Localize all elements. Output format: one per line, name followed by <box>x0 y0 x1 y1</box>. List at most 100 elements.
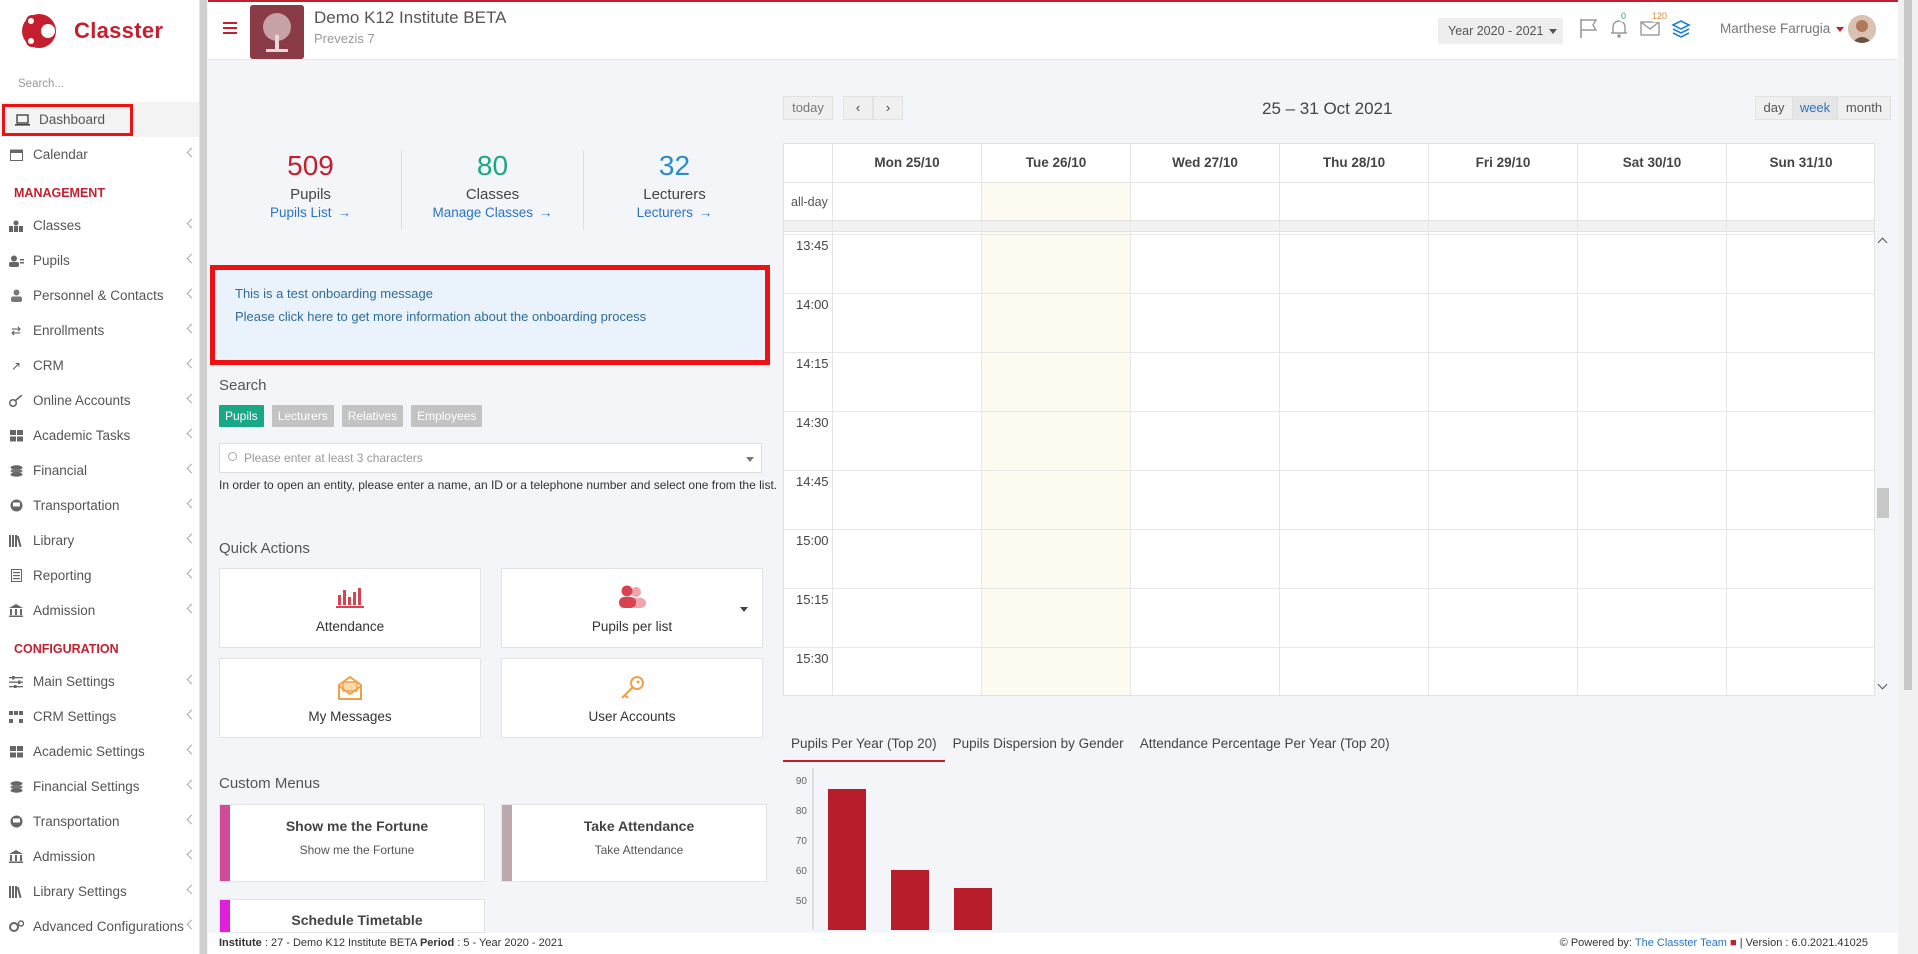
calendar-scrollbar-thumb[interactable] <box>1877 488 1889 518</box>
y-tick-label: 50 <box>796 896 808 907</box>
time-slot[interactable]: 14:45 <box>784 470 1874 529</box>
manage-classes-link[interactable]: Manage Classes → <box>402 205 583 220</box>
day-header[interactable]: Fri 29/10 <box>1428 144 1577 182</box>
avatar[interactable] <box>1848 15 1876 43</box>
prev-week-button[interactable]: ‹ <box>843 96 873 120</box>
sidebar-item-academic-tasks[interactable]: Academic Tasks <box>0 418 199 453</box>
quick-action-user-accounts[interactable]: User Accounts <box>501 658 763 738</box>
quick-action-attendance[interactable]: Attendance <box>219 568 481 648</box>
sidebar-item-transportation[interactable]: Transportation <box>0 488 199 523</box>
day-header[interactable]: Sat 30/10 <box>1577 144 1726 182</box>
envelope-open-icon <box>336 675 364 704</box>
entity-search-input[interactable]: Please enter at least 3 characters <box>219 443 762 473</box>
chevron-icon <box>186 744 197 755</box>
sidebar-item-classes[interactable]: Classes <box>0 208 199 243</box>
day-header[interactable]: Thu 28/10 <box>1279 144 1428 182</box>
bell-icon[interactable]: 0 <box>1608 11 1630 39</box>
sidebar-item-financial[interactable]: Financial <box>0 453 199 488</box>
day-header[interactable]: Tue 26/10 <box>981 144 1130 182</box>
view-day-button[interactable]: day <box>1755 96 1793 120</box>
sidebar-item-transportation-settings[interactable]: Transportation <box>0 804 199 839</box>
sidebar-item-advanced-configurations[interactable]: Advanced Configurations <box>0 909 199 944</box>
logo[interactable]: Classter <box>0 0 199 62</box>
sidebar-item-dashboard[interactable]: Dashboard <box>0 102 199 137</box>
year-label: Year 2020 - 2021 <box>1448 24 1544 38</box>
chart-tabs: Pupils Per Year (Top 20) Pupils Dispersi… <box>783 733 1398 762</box>
user-menu[interactable]: Marthese Farrugia <box>1720 21 1845 36</box>
onboarding-link[interactable]: Please click here to get more informatio… <box>235 305 765 328</box>
tab-dispersion-gender[interactable]: Pupils Dispersion by Gender <box>945 733 1132 762</box>
time-slot[interactable]: 13:45 <box>784 234 1874 293</box>
arrow-right-icon: → <box>698 205 713 220</box>
custom-menu-show-fortune[interactable]: Show me the Fortune Show me the Fortune <box>219 804 485 882</box>
page-scrollbar[interactable] <box>1898 0 1918 954</box>
tab-pupils-per-year[interactable]: Pupils Per Year (Top 20) <box>783 733 945 762</box>
day-header[interactable]: Sun 31/10 <box>1726 144 1874 182</box>
hamburger-menu-icon[interactable] <box>223 22 237 37</box>
sidebar-item-reporting[interactable]: Reporting <box>0 558 199 593</box>
sidebar-item-calendar[interactable]: Calendar <box>0 137 199 172</box>
sidebar-item-admission[interactable]: Admission <box>0 593 199 628</box>
search-tab-relatives[interactable]: Relatives <box>341 405 404 427</box>
crm-icon: ↗ <box>10 358 22 373</box>
stat-value: 80 <box>476 150 509 181</box>
caret-down-icon <box>1549 29 1558 35</box>
view-month-button[interactable]: month <box>1837 96 1891 120</box>
chart-bar[interactable] <box>828 789 866 930</box>
search-tab-pupils[interactable]: Pupils <box>219 405 264 427</box>
quick-action-pupils-per-list[interactable]: Pupils per list <box>501 568 763 648</box>
pupils-list-link[interactable]: Pupils List → <box>220 205 401 220</box>
quick-action-my-messages[interactable]: My Messages <box>219 658 481 738</box>
view-week-button[interactable]: week <box>1793 96 1837 120</box>
time-slot[interactable]: 14:15 <box>784 352 1874 411</box>
chart-bar[interactable] <box>891 870 929 930</box>
sidebar-item-library[interactable]: Library <box>0 523 199 558</box>
time-slot[interactable]: 15:00 <box>784 529 1874 588</box>
calendar-grid: Mon 25/10 Tue 26/10 Wed 27/10 Thu 28/10 … <box>783 143 1875 696</box>
sidebar-item-personnel[interactable]: Personnel & Contacts <box>0 278 199 313</box>
time-slot[interactable]: 14:00 <box>784 293 1874 352</box>
chart-bar[interactable] <box>954 888 992 930</box>
custom-menu-schedule-timetable[interactable]: Schedule Timetable <box>219 899 485 933</box>
sidebar-item-main-settings[interactable]: Main Settings <box>0 664 199 699</box>
lecturers-link[interactable]: Lecturers → <box>584 205 765 220</box>
day-header[interactable]: Mon 25/10 <box>832 144 981 182</box>
day-header[interactable]: Wed 27/10 <box>1130 144 1279 182</box>
time-grid[interactable]: 13:45 14:00 14:15 14:30 14:45 15:00 15:1… <box>784 234 1874 695</box>
classter-team-link[interactable]: The Classter Team <box>1635 937 1727 949</box>
sidebar-item-pupils[interactable]: Pupils <box>0 243 199 278</box>
sidebar-item-admission-settings[interactable]: Admission <box>0 839 199 874</box>
flag-icon[interactable] <box>1578 17 1600 39</box>
sidebar-item-academic-settings[interactable]: Academic Settings <box>0 734 199 769</box>
sidebar-item-enrollments[interactable]: ⇄ Enrollments <box>0 313 199 348</box>
sidebar-item-library-settings[interactable]: Library Settings <box>0 874 199 909</box>
time-slot[interactable]: 15:30 <box>784 647 1874 695</box>
search-tab-employees[interactable]: Employees <box>411 405 483 427</box>
chevron-up-icon[interactable] <box>1877 237 1888 248</box>
sidebar-item-crm-settings[interactable]: CRM Settings <box>0 699 199 734</box>
envelope-icon[interactable]: 120 <box>1639 11 1671 39</box>
chevron-down-icon[interactable] <box>1877 679 1888 690</box>
y-tick-label: 90 <box>796 776 808 787</box>
custom-menus-title: Custom Menus <box>219 775 320 792</box>
chevron-icon <box>186 709 197 720</box>
next-week-button[interactable]: › <box>873 96 903 120</box>
stat-classes: 80 Classes Manage Classes → <box>402 150 584 230</box>
sidebar-search-input[interactable]: Search... <box>0 62 199 102</box>
calendar-scrollbar[interactable] <box>1876 233 1892 696</box>
caret-down-icon[interactable] <box>740 607 748 612</box>
time-slot[interactable]: 15:15 <box>784 588 1874 647</box>
sidebar-item-crm[interactable]: ↗ CRM <box>0 348 199 383</box>
tab-attendance-percentage[interactable]: Attendance Percentage Per Year (Top 20) <box>1132 733 1398 762</box>
time-slot[interactable]: 14:30 <box>784 411 1874 470</box>
custom-menu-take-attendance[interactable]: Take Attendance Take Attendance <box>501 804 767 882</box>
today-button[interactable]: today <box>783 96 833 120</box>
sidebar-scrollbar[interactable] <box>200 0 207 954</box>
search-tab-lecturers[interactable]: Lecturers <box>271 405 334 427</box>
page-scrollbar-thumb[interactable] <box>1904 0 1912 690</box>
sidebar-item-financial-settings[interactable]: Financial Settings <box>0 769 199 804</box>
all-day-row[interactable]: all-day <box>784 182 1874 220</box>
layers-icon[interactable] <box>1670 17 1692 39</box>
year-selector[interactable]: Year 2020 - 2021 <box>1438 18 1563 44</box>
sidebar-item-online-accounts[interactable]: Online Accounts <box>0 383 199 418</box>
